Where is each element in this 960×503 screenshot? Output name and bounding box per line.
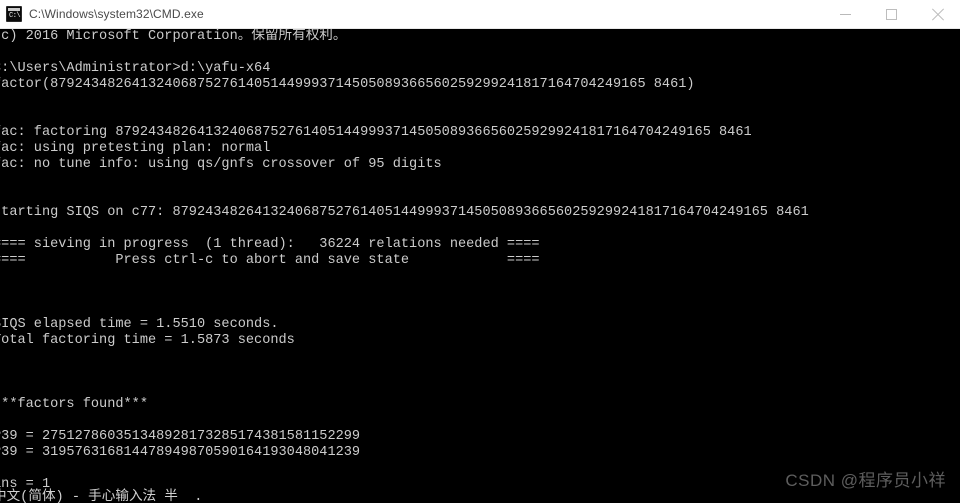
- title-bar[interactable]: C:\ C:\Windows\system32\CMD.exe: [0, 0, 960, 29]
- console-line: ***factors found***: [0, 397, 148, 412]
- cmd-window: C:\ C:\Windows\system32\CMD.exe (c) 2016…: [0, 0, 960, 503]
- ime-status-bar[interactable]: 中文(简体) - 手心输入法 半 .: [0, 490, 202, 503]
- console-line: factor(879243482641324068752761405144999…: [0, 77, 695, 92]
- watermark: CSDN @程序员小祥: [785, 471, 946, 490]
- console-line: Total factoring time = 1.5873 seconds: [0, 333, 295, 348]
- minimize-icon: [839, 14, 851, 15]
- console-icon: C:\: [6, 6, 22, 22]
- console-line: P39 = 2751278603513489281732851743815811…: [0, 429, 361, 444]
- console-line: ==== sieving in progress (1 thread): 362…: [0, 237, 540, 252]
- console-line: fac: factoring 8792434826413240687527614…: [0, 125, 752, 140]
- console-output-area[interactable]: (c) 2016 Microsoft Corporation。保留所有权利。 C…: [0, 29, 960, 503]
- close-button[interactable]: [914, 0, 960, 29]
- console-line: C:\Users\Administrator>d:\yafu-x64: [0, 61, 271, 76]
- console-line: SIQS elapsed time = 1.5510 seconds.: [0, 317, 279, 332]
- console-line: fac: no tune info: using qs/gnfs crossov…: [0, 157, 442, 172]
- minimize-button[interactable]: [822, 0, 868, 29]
- close-icon: [931, 8, 944, 21]
- console-line: starting SIQS on c77: 879243482641324068…: [0, 205, 809, 220]
- console-icon-titlestrip: [8, 8, 20, 11]
- window-title: C:\Windows\system32\CMD.exe: [29, 7, 204, 21]
- maximize-icon: [885, 9, 897, 20]
- maximize-button[interactable]: [868, 0, 914, 29]
- console-line: ==== Press ctrl-c to abort and save stat…: [0, 253, 540, 268]
- window-controls: [822, 0, 960, 29]
- console-line: P39 = 3195763168144789498705901641930480…: [0, 445, 361, 460]
- console-line: fac: using pretesting plan: normal: [0, 141, 271, 156]
- console-line: (c) 2016 Microsoft Corporation。保留所有权利。: [0, 29, 347, 44]
- console-text: (c) 2016 Microsoft Corporation。保留所有权利。 C…: [0, 29, 960, 503]
- console-icon-prompt: C:\: [9, 12, 21, 20]
